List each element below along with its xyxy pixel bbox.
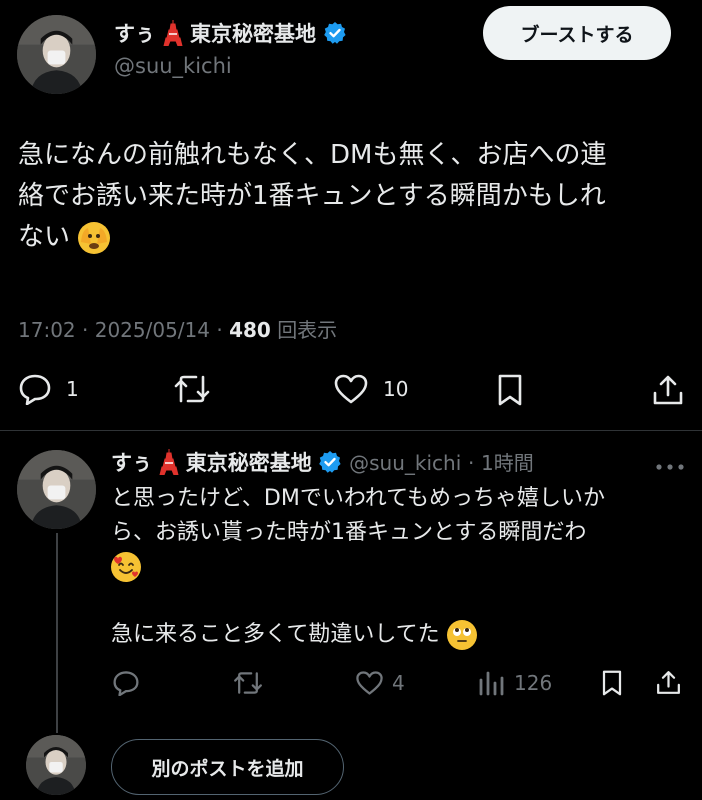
author-avatar[interactable] [17,15,96,94]
reply-like-count: 4 [392,671,405,695]
author-name-suffix: 東京秘密基地 [190,22,316,46]
author-handle[interactable]: @suu_kichi [114,54,232,78]
reply-text-line: ら、お誘い貰った時が1番キュンとする瞬間だわ [111,520,587,545]
verified-badge-icon [323,21,347,50]
bookmark-icon [602,670,622,696]
reply-header: すぅ 東京秘密基地 @suu_kichi · 1時間 [111,447,534,480]
reply-icon [113,671,139,696]
reply-like-button[interactable]: 4 [355,670,405,696]
meta-separator: · [216,318,230,342]
boost-button[interactable]: ブーストする [483,6,671,60]
views-count: 480 [229,318,271,342]
repost-icon [234,672,262,694]
reply-handle[interactable]: @suu_kichi [349,451,461,475]
analytics-icon [479,671,504,696]
verified-badge-icon [318,450,342,479]
share-icon [653,375,683,405]
smiling-face-with-hearts-emoji-icon [111,552,141,582]
meta-separator: · [82,318,95,342]
reply-author-name[interactable]: すぅ [111,451,152,475]
more-options-icon[interactable] [655,456,685,475]
reply-count: 1 [66,377,79,401]
repost-button[interactable] [172,373,212,405]
reply-repost-button[interactable] [232,670,264,696]
reply-icon [19,374,51,405]
divider [0,430,702,431]
face-with-rolling-eyes-emoji-icon [446,620,477,650]
add-another-post-button[interactable]: 別のポストを追加 [111,739,344,795]
reply-text-line: と思ったけど、DMでいわれてもめっちゃ嬉しいか [111,486,605,511]
post-time[interactable]: 17:02 [18,318,76,342]
reply-bookmark-button[interactable] [600,669,624,697]
post-text-line: 絡でお誘い来た時が1番キュンとする瞬間かもしれ [18,181,606,211]
heart-icon [334,374,368,404]
post-text-line: 急になんの前触れもなく、DMも無く、お店への連 [18,140,607,170]
bookmark-button[interactable] [495,373,525,407]
thread-line [56,533,58,733]
share-button[interactable] [651,373,685,407]
meta-separator: · [467,451,475,475]
post-text: 急になんの前触れもなく、DMも無く、お店への連 絡でお誘い来た時が1番キュンとす… [18,135,690,258]
share-icon [657,671,680,694]
reply-text: と思ったけど、DMでいわれてもめっちゃ嬉しいか ら、お誘い貰った時が1番キュンと… [111,482,691,652]
like-count: 10 [383,377,409,401]
like-button[interactable]: 10 [333,373,408,405]
reply-spacer [111,584,691,618]
post-text-line-3: ない [18,217,690,258]
post-meta: 17:02 · 2025/05/14 · 480 回表示 [18,314,337,343]
reply-author-avatar[interactable] [17,450,96,529]
reply-share-button[interactable] [655,669,682,696]
reply-views-button[interactable]: 126 [478,670,552,696]
reply-views-count: 126 [514,671,553,695]
repost-icon [174,375,210,403]
reply-button[interactable]: 1 [18,373,79,405]
peeking-eye-emoji-icon [78,221,111,254]
post-date[interactable]: 2025/05/14 [95,318,210,342]
reply-text-line-3 [111,550,691,584]
author-name: すぅ [114,22,156,46]
tokyo-tower-icon [163,19,183,51]
reply-author-name-suffix[interactable]: 東京秘密基地 [186,451,312,475]
bookmark-icon [498,374,522,406]
reply-text-line-4: 急に来ること多くて勘違いしてた [111,618,691,652]
author-name-row[interactable]: すぅ 東京秘密基地 [114,18,347,51]
reply-time[interactable]: 1時間 [481,451,534,475]
tokyo-tower-icon [159,448,179,480]
views-label: 回表示 [277,318,338,342]
composer-avatar [26,735,86,795]
heart-icon [356,671,383,695]
reply-reply-button[interactable] [112,670,140,696]
